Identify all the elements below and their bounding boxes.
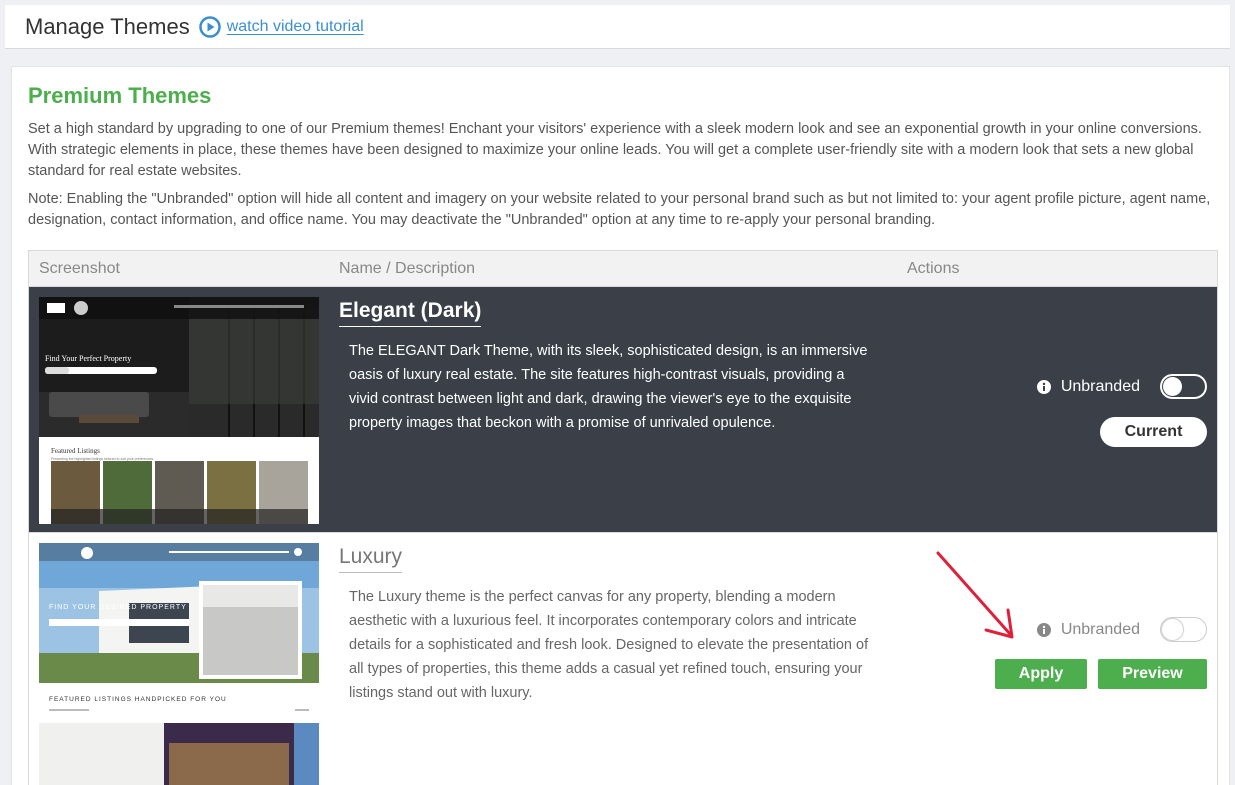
thumb-section-text: Featured Listings (51, 447, 100, 455)
page-title: Manage Themes (25, 13, 190, 39)
info-icon (1036, 622, 1051, 637)
page-header: Manage Themes watch video tutorial (5, 5, 1230, 49)
play-icon[interactable] (198, 15, 221, 38)
thumb-sub-text: Presenting the highlighted listings tail… (51, 457, 153, 461)
unbranded-label: Unbranded (1060, 377, 1140, 395)
intro-text: Set a high standard by upgrading to one … (28, 121, 1202, 179)
column-header-name-description: Name / Description (339, 260, 476, 277)
toggle-knob (1163, 377, 1182, 396)
thumb-hero-text: Find Your Perfect Property (45, 354, 131, 363)
toggle-knob (1162, 619, 1183, 640)
table-header: Screenshot Name / Description Actions (29, 251, 1217, 287)
elegant-dark-screenshot: Find Your Perfect Property Featured List… (39, 297, 319, 524)
premium-themes-panel: Premium Themes Set a high standard by up… (11, 66, 1230, 785)
unbranded-option: Unbranded (1036, 374, 1207, 399)
themes-table: Screenshot Name / Description Actions Fi… (28, 250, 1218, 785)
theme-description: The Luxury theme is the perfect canvas f… (349, 589, 869, 701)
table-row: Find Your Perfect Property Featured List… (29, 287, 1217, 533)
apply-button[interactable]: Apply (995, 659, 1087, 689)
unbranded-note: Note: Enabling the "Unbranded" option wi… (28, 191, 1211, 228)
info-icon (1036, 379, 1051, 394)
section-title: Premium Themes (28, 83, 212, 108)
unbranded-label: Unbranded (1060, 620, 1140, 638)
theme-name-elegant-dark[interactable]: Elegant (Dark) (339, 299, 482, 327)
column-header-screenshot: Screenshot (39, 260, 120, 277)
unbranded-toggle[interactable] (1160, 374, 1207, 399)
luxury-screenshot: FIND YOUR DESIRED PROPERTY FEATURED LIST… (39, 543, 319, 785)
preview-button[interactable]: Preview (1098, 659, 1207, 689)
unbranded-toggle[interactable] (1160, 617, 1207, 642)
thumb-section-text: FEATURED LISTINGS HANDPICKED FOR YOU (49, 696, 227, 703)
column-header-actions: Actions (907, 260, 960, 277)
unbranded-option: Unbranded (1036, 617, 1207, 642)
table-row: FIND YOUR DESIRED PROPERTY FEATURED LIST… (29, 533, 1217, 785)
theme-name-luxury[interactable]: Luxury (339, 545, 403, 573)
theme-description: The ELEGANT Dark Theme, with its sleek, … (349, 343, 868, 431)
watch-video-tutorial-link[interactable]: watch video tutorial (227, 18, 364, 36)
current-button[interactable]: Current (1100, 417, 1207, 447)
thumb-hero-text: FIND YOUR DESIRED PROPERTY (49, 604, 187, 611)
